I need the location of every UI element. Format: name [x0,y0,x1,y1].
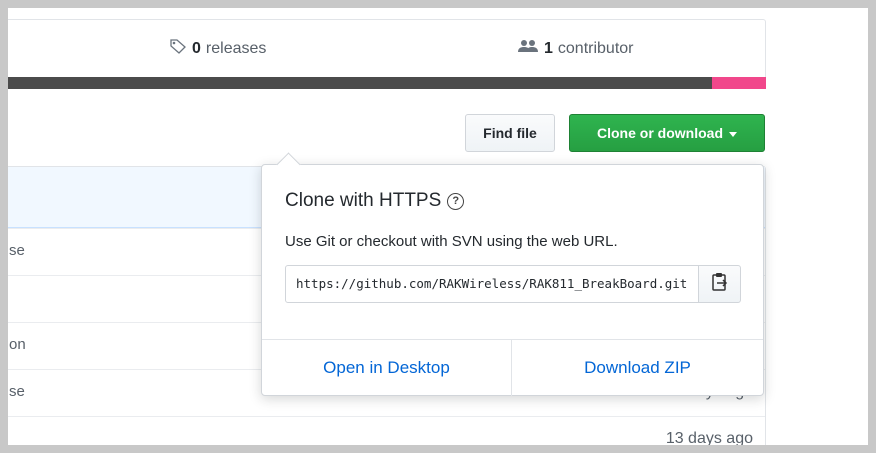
clone-dropdown: Clone with HTTPS ? Use Git or checkout w… [261,152,764,396]
clipboard-icon [711,272,728,297]
commit-age: 13 days ago [665,430,753,445]
contributors-label: contributor [557,39,634,57]
caret-down-icon [729,131,737,137]
dropdown-notch [276,152,301,177]
clone-title-text: Clone with HTTPS [285,190,442,211]
language-segment-primary [8,77,712,89]
clone-or-download-button[interactable]: Clone or download [569,114,765,152]
releases-label: releases [205,39,267,57]
contributors-count: 1 [544,39,553,57]
language-segment-secondary [712,77,766,89]
open-in-desktop-link[interactable]: Open in Desktop [262,340,511,396]
releases-count: 0 [192,39,201,57]
language-bar[interactable] [8,77,766,89]
clone-description: Use Git or checkout with SVN using the w… [285,233,618,250]
repo-summary: 0 releases 1 contributor [8,19,766,78]
clone-url-group: https://github.com/RAKWireless/RAK811_Br… [285,265,741,303]
releases-link[interactable]: 0 releases [169,38,266,59]
download-zip-link[interactable]: Download ZIP [512,340,763,396]
copy-url-button[interactable] [698,265,741,303]
question-circle-icon[interactable]: ? [447,192,465,210]
find-file-button[interactable]: Find file [465,114,555,152]
contributors-link[interactable]: 1 contributor [517,38,634,59]
file-row[interactable]: 13 days ago [8,416,765,445]
people-icon [517,38,539,59]
repo-page: 0 releases 1 contributor Find file Clone… [8,8,868,445]
commit-message[interactable]: on [9,336,26,353]
tag-icon [169,38,187,59]
commit-message[interactable]: se [9,242,25,259]
clone-dropdown-title: Clone with HTTPS ? [285,190,465,212]
clone-url-input[interactable]: https://github.com/RAKWireless/RAK811_Br… [285,265,699,303]
clone-button-label: Clone or download [597,125,723,141]
commit-message[interactable]: se [9,383,25,400]
